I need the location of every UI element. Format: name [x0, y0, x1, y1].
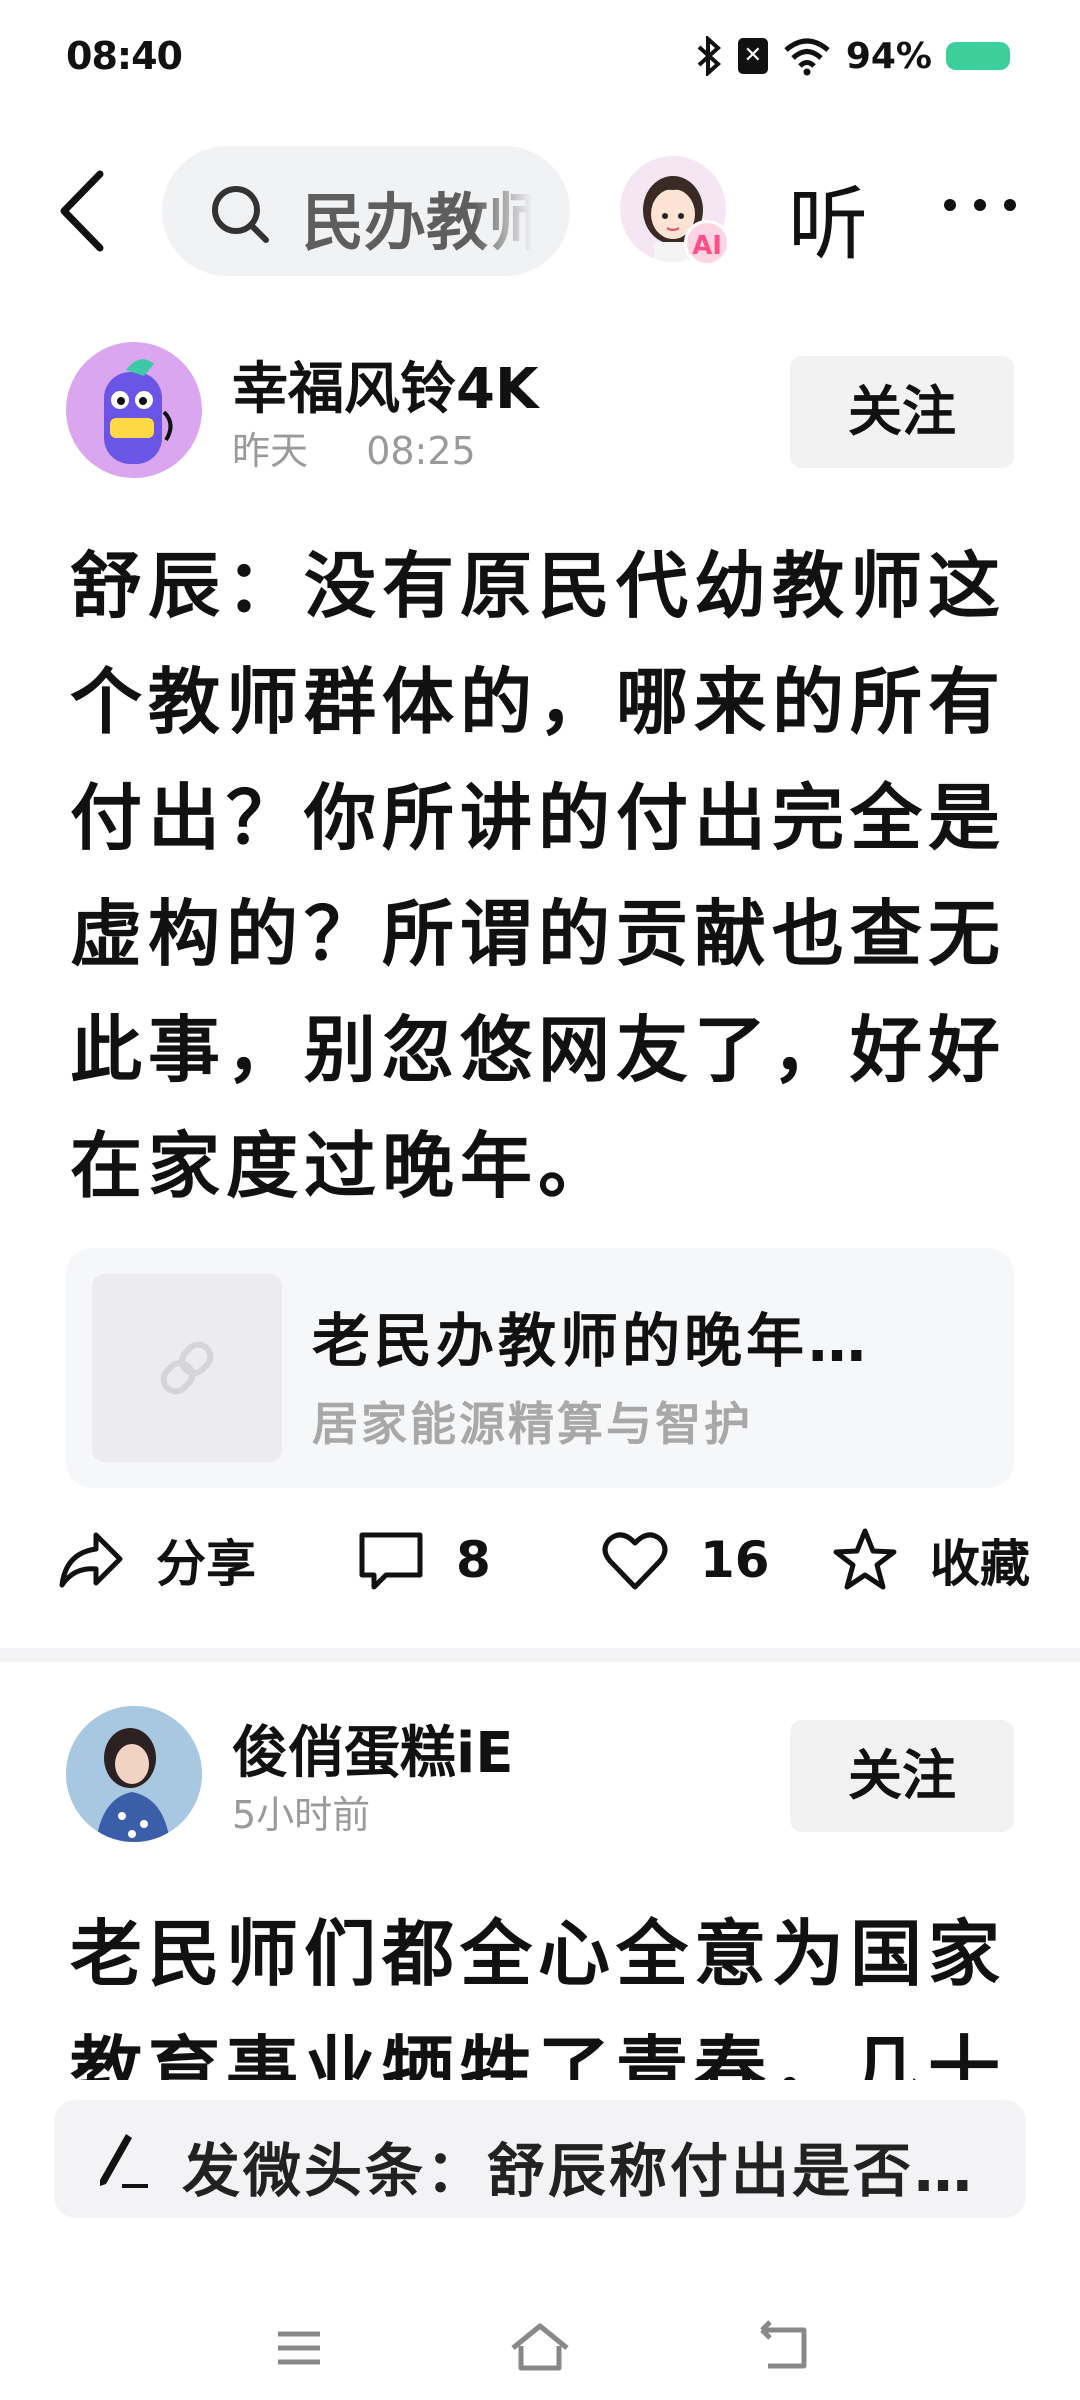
follow-button[interactable]: 关注: [790, 1720, 1014, 1832]
author-name[interactable]: 俊俏蛋糕iE: [232, 1708, 513, 1789]
menu-icon[interactable]: [264, 2318, 334, 2378]
post-text[interactable]: 老民师们都全心全意为国家教育事业牺牲了青春，几十: [70, 1896, 1020, 2080]
avatar[interactable]: [66, 1706, 202, 1842]
back-nav-icon[interactable]: [748, 2318, 818, 2378]
post-2: 俊俏蛋糕iE 5小时前 关注: [0, 0, 1080, 2100]
avatar-photo: [66, 1706, 202, 1842]
system-nav-bar: [0, 2300, 1080, 2400]
home-icon[interactable]: [505, 2318, 575, 2378]
compose-bar[interactable]: 发微头条：舒辰称付出是否…: [54, 2100, 1026, 2218]
pen-icon: [100, 2134, 148, 2188]
post-2-text-clip: 老民师们都全心全意为国家教育事业牺牲了青春，几十: [0, 1860, 1080, 2080]
compose-placeholder: 发微头条：舒辰称付出是否…: [182, 2137, 976, 2205]
post-time: 5小时前: [232, 1793, 371, 1837]
